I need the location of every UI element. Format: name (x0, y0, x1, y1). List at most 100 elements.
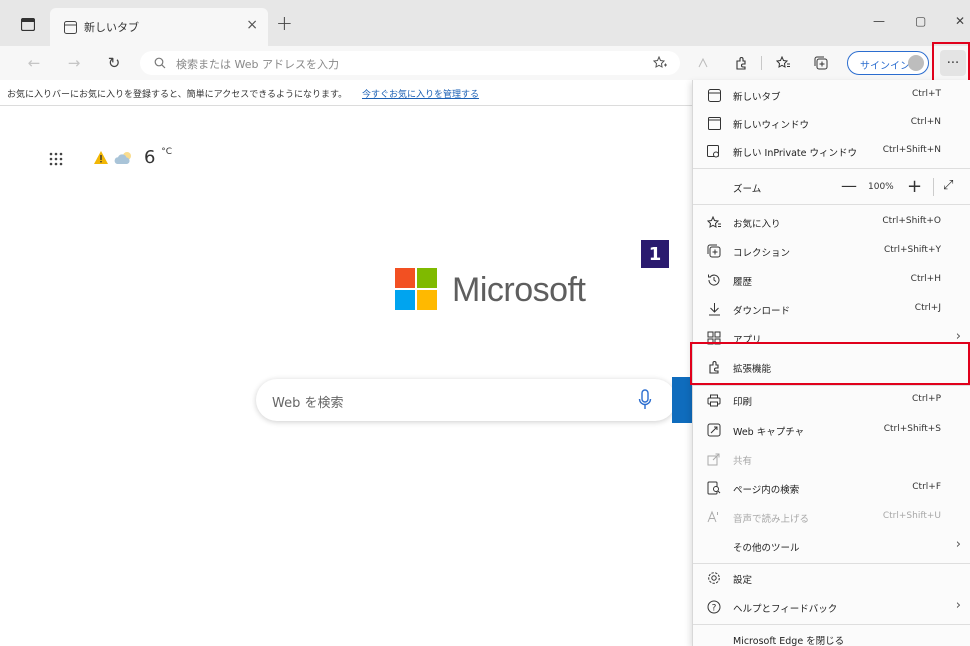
tab-title: 新しいタブ (84, 21, 139, 34)
menu-item-shortcut: Ctrl+Shift+S (883, 424, 941, 434)
menu-item-label: 新しいタブ (733, 92, 781, 103)
menu-item-shortcut: Ctrl+J (914, 303, 941, 313)
zoom-label: ズーム (733, 184, 762, 195)
temperature-value: 6 (144, 147, 156, 168)
menu-item-favorites[interactable]: お気に入り Ctrl+Shift+O (693, 209, 970, 235)
microsoft-logo (395, 268, 437, 310)
search-placeholder: Web を検索 (272, 396, 344, 411)
tab-new-tab[interactable]: 新しいタブ × (50, 8, 268, 46)
menu-item-read-aloud: 音声で読み上げる Ctrl+Shift+U (693, 504, 970, 530)
refresh-icon[interactable]: ↻ (104, 53, 124, 73)
menu-item-label: ダウンロード (733, 306, 791, 317)
menu-item-label: 音声で読み上げる (733, 514, 810, 525)
new-tab-page: 6 °C Microsoft Web を検索 (0, 107, 692, 646)
new-tab-button[interactable]: + (276, 13, 293, 33)
menu-item-label: ページ内の検索 (733, 485, 800, 496)
menu-item-print[interactable]: 印刷 Ctrl+P (693, 387, 970, 413)
find-icon (705, 479, 723, 497)
web-search-input[interactable]: Web を検索 (256, 379, 676, 421)
menu-item-label: その他のツール (733, 543, 800, 554)
menu-item-new-tab[interactable]: 新しいタブ Ctrl+T (693, 82, 970, 108)
address-bar[interactable]: 検索または Web アドレスを入力 (140, 51, 680, 75)
favorites-toolbar-icon[interactable] (774, 54, 792, 72)
avatar (908, 55, 924, 71)
menu-item-label: 履歴 (733, 277, 753, 288)
collections-icon (705, 242, 723, 260)
zoom-in-button[interactable]: + (907, 176, 922, 197)
menu-item-label: 新しいウィンドウ (733, 120, 810, 131)
menu-item-shortcut: Ctrl+F (912, 482, 941, 492)
menu-item-inprivate[interactable]: 新しい InPrivate ウィンドウ Ctrl+Shift+N (693, 138, 970, 164)
zoom-level: 100% (868, 182, 894, 192)
menu-item-find[interactable]: ページ内の検索 Ctrl+F (693, 475, 970, 501)
chevron-right-icon: › (955, 537, 961, 552)
microphone-icon[interactable] (638, 389, 652, 411)
search-icon (154, 57, 166, 69)
tab-close-icon[interactable]: × (246, 17, 258, 33)
share-icon (705, 450, 723, 468)
menu-item-shortcut: Ctrl+Shift+Y (883, 245, 941, 255)
menu-item-shortcut: Ctrl+P (912, 394, 941, 404)
menu-item-label: 共有 (733, 456, 753, 467)
minimize-button[interactable]: — (873, 14, 885, 28)
address-placeholder: 検索または Web アドレスを入力 (176, 58, 339, 71)
microsoft-wordmark: Microsoft (452, 271, 586, 309)
menu-item-share: 共有 (693, 446, 970, 472)
menu-item-more-tools[interactable]: その他のツール › (693, 533, 970, 559)
weather-warning-icon[interactable] (93, 150, 109, 165)
menu-item-new-window[interactable]: 新しいウィンドウ Ctrl+N (693, 110, 970, 136)
menu-divider (693, 563, 970, 564)
menu-item-collections[interactable]: コレクション Ctrl+Shift+Y (693, 238, 970, 264)
inprivate-icon (705, 142, 723, 160)
read-aloud-toolbar-icon[interactable] (694, 54, 712, 72)
menu-item-label: コレクション (733, 248, 791, 259)
menu-divider (693, 624, 970, 625)
signin-button[interactable]: サインイン (847, 51, 929, 75)
settings-icon (705, 569, 723, 587)
menu-item-shortcut: Ctrl+Shift+U (882, 511, 941, 521)
menu-item-shortcut: Ctrl+Shift+O (882, 216, 941, 226)
search-submit-button[interactable] (672, 377, 692, 423)
back-icon[interactable]: ← (24, 53, 44, 73)
menu-item-label: Web キャプチャ (733, 427, 805, 438)
print-icon (705, 391, 723, 409)
extensions-highlight (690, 342, 970, 385)
zoom-divider (933, 178, 934, 196)
new-window-icon (705, 114, 723, 132)
menu-divider (693, 204, 970, 205)
toolbar-divider (761, 56, 762, 70)
favorites-icon (705, 213, 723, 231)
app-launcher-icon[interactable] (48, 151, 64, 167)
menu-item-history[interactable]: 履歴 Ctrl+H (693, 267, 970, 293)
tab-actions-icon[interactable] (20, 16, 36, 32)
menu-item-label: お気に入り (733, 219, 781, 230)
weather-temperature[interactable]: 6 °C (144, 147, 172, 168)
collections-toolbar-icon[interactable] (812, 54, 830, 72)
menu-item-downloads[interactable]: ダウンロード Ctrl+J (693, 296, 970, 322)
menu-item-settings[interactable]: 設定 (693, 565, 970, 591)
manage-favorites-link[interactable]: 今すぐお気に入りを管理する (362, 87, 479, 100)
menu-divider (693, 168, 970, 169)
fullscreen-icon[interactable]: ⤢ (943, 178, 953, 193)
maximize-button[interactable]: ▢ (915, 14, 926, 28)
add-favorite-icon[interactable] (653, 56, 668, 70)
window-close-button[interactable]: ✕ (955, 14, 965, 28)
menu-item-zoom: ズーム — 100% + ⤢ (693, 174, 970, 200)
menu-item-close-edge[interactable]: Microsoft Edge を閉じる (693, 626, 970, 646)
zoom-out-button[interactable]: — (841, 176, 857, 195)
menu-item-help[interactable]: ? ヘルプとフィードバック › (693, 594, 970, 620)
menu-item-label: ヘルプとフィードバック (733, 604, 838, 615)
extensions-toolbar-icon[interactable] (732, 54, 750, 72)
read-aloud-icon (705, 508, 723, 526)
menu-item-web-capture[interactable]: Web キャプチャ Ctrl+Shift+S (693, 417, 970, 443)
menu-item-shortcut: Ctrl+T (911, 89, 941, 99)
history-icon (705, 271, 723, 289)
new-tab-icon (705, 86, 723, 104)
menu-item-label: Microsoft Edge を閉じる (733, 636, 845, 646)
tab-strip: 新しいタブ × + — ▢ ✕ (0, 0, 970, 46)
menu-item-shortcut: Ctrl+Shift+N (882, 145, 941, 155)
forward-icon[interactable]: → (64, 53, 84, 73)
download-icon (705, 300, 723, 318)
weather-cloud-icon[interactable] (113, 151, 135, 166)
svg-text:?: ? (712, 603, 717, 613)
